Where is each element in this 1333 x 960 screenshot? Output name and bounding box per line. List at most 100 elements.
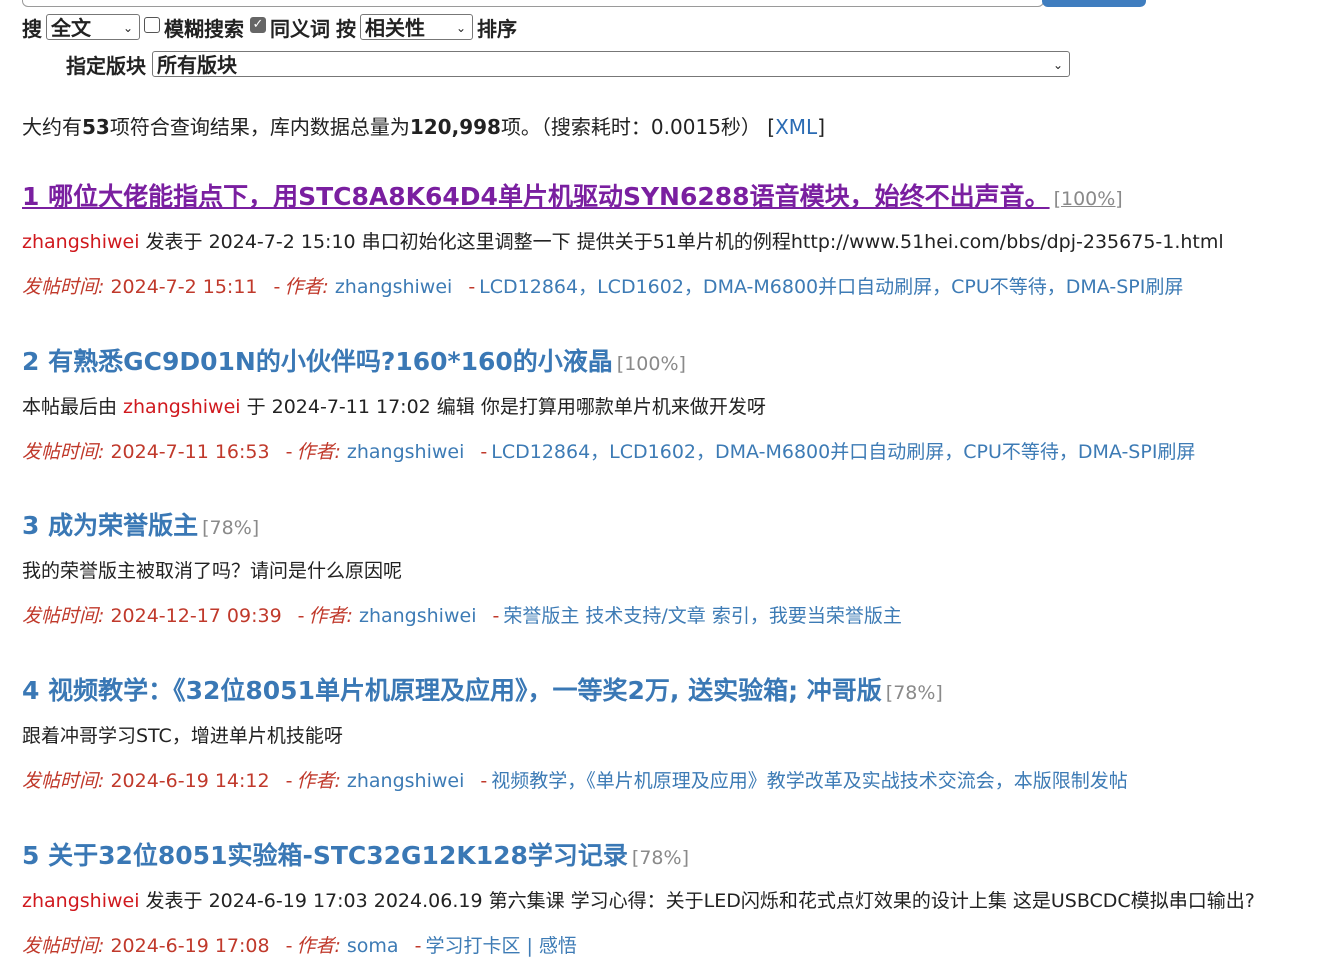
result-title-link[interactable]: 4 视频教学：《32位8051单片机原理及应用》，一等奖2万, 送实验箱; 冲哥… <box>22 676 882 705</box>
author-link[interactable]: soma <box>347 935 399 957</box>
separator: - <box>480 441 488 463</box>
sort-select[interactable]: 相关性 ⌄ <box>360 14 473 40</box>
result-score: [100%] <box>616 353 686 375</box>
xml-bracket-close: ] <box>817 115 826 139</box>
snippet-text: 发表于 2024-7-2 15:10 串口初始化这里调整一下 提供关于51单片机… <box>139 231 1224 253</box>
result-score: [78%] <box>202 517 260 539</box>
separator: - <box>285 770 293 792</box>
result-title: 1 哪位大佬能指点下，用STC8A8K64D4单片机驱动SYN6288语音模块，… <box>22 181 1333 215</box>
forum-label: 指定版块 <box>66 53 146 78</box>
result-item: 1 哪位大佬能指点下，用STC8A8K64D4单片机驱动SYN6288语音模块，… <box>22 181 1333 298</box>
post-time: 2024-12-17 09:39 <box>110 605 282 627</box>
forum-link[interactable]: 视频教学，《单片机原理及应用》教学改革及实战技术交流会，本版限制发帖 <box>491 770 1128 792</box>
summary-mid: 项符合查询结果，库内数据总量为 <box>109 115 410 139</box>
xml-bracket-open: [ <box>767 115 776 139</box>
result-title-link[interactable]: 1 哪位大佬能指点下，用STC8A8K64D4单片机驱动SYN6288语音模块，… <box>22 182 1050 211</box>
snippet-prefix: 跟着冲哥学习STC，增进单片机技能呀 <box>22 725 343 747</box>
sort-select-value: 相关性 <box>365 16 425 40</box>
search-button[interactable] <box>1042 0 1146 7</box>
result-score: [78%] <box>885 682 943 704</box>
result-snippet: 我的荣誉版主被取消了吗？请问是什么原因呢 <box>22 556 402 583</box>
fuzzy-checkbox[interactable] <box>144 17 160 33</box>
result-title-link[interactable]: 3 成为荣誉版主 <box>22 511 198 540</box>
snippet-author: zhangshiwei <box>123 396 241 418</box>
result-snippet: zhangshiwei 发表于 2024-6-19 17:03 2024.06.… <box>22 886 1255 913</box>
scope-select[interactable]: 全文 ⌄ <box>46 14 140 40</box>
synonym-checkbox[interactable]: ✓ <box>250 17 266 33</box>
separator: - <box>273 276 281 298</box>
forum-select-value: 所有版块 <box>157 53 237 77</box>
author-link[interactable]: zhangshiwei <box>347 770 465 792</box>
result-title: 5 关于32位8051实验箱-STC32G12K128学习记录 [78%] <box>22 840 1333 874</box>
post-time: 2024-7-2 15:11 <box>110 276 258 298</box>
summary-prefix: 大约有 <box>22 115 82 139</box>
search-label: 搜 <box>22 16 42 41</box>
snippet-text: 发表于 2024-6-19 17:03 2024.06.19 第六集课 学习心得… <box>139 890 1255 912</box>
forum-link[interactable]: 荣誉版主 技术支持/文章 索引，我要当荣誉版主 <box>503 605 901 627</box>
result-title: 4 视频教学：《32位8051单片机原理及应用》，一等奖2万, 送实验箱; 冲哥… <box>22 675 1333 709</box>
result-meta: 发帖时间: 2024-7-11 16:53- 作者: zhangshiwei - LC… <box>22 437 1195 464</box>
separator: - <box>480 770 488 792</box>
post-time: 2024-7-11 16:53 <box>110 441 270 463</box>
sort-suffix-label: 排序 <box>477 16 517 41</box>
result-title-link[interactable]: 5 关于32位8051实验箱-STC32G12K128学习记录 <box>22 841 628 870</box>
author-label: 作者: <box>296 770 341 792</box>
result-title-link[interactable]: 2 有熟悉GC9D01N的小伙伴吗?160*160的小液晶 <box>22 347 613 376</box>
snippet-prefix: 本帖最后由 <box>22 396 124 418</box>
forum-select[interactable]: 所有版块 ⌄ <box>152 51 1070 77</box>
separator: - <box>468 276 476 298</box>
separator: - <box>414 935 422 957</box>
forum-link[interactable]: LCD12864，LCD1602，DMA-M6800并口自动刷屏，CPU不等待，… <box>479 276 1183 298</box>
post-time: 2024-6-19 17:08 <box>110 935 270 957</box>
snippet-text: 于 2024-7-11 17:02 编辑 你是打算用哪款单片机来做开发呀 <box>240 396 766 418</box>
result-meta: 发帖时间: 2024-6-19 17:08- 作者: soma - 学习打卡区 | 感… <box>22 931 577 958</box>
result-item: 3 成为荣誉版主 [78%] 我的荣誉版主被取消了吗？请问是什么原因呢 发帖时间:… <box>22 510 1333 627</box>
result-summary: 大约有53项符合查询结果，库内数据总量为120,998项。（搜索耗时：0.001… <box>22 111 825 140</box>
snippet-author: zhangshiwei <box>22 231 140 253</box>
author-link[interactable]: zhangshiwei <box>335 276 453 298</box>
time-label: 发帖时间: <box>22 276 105 298</box>
time-label: 发帖时间: <box>22 935 105 957</box>
result-meta: 发帖时间: 2024-7-2 15:11- 作者: zhangshiwei - LCD… <box>22 272 1183 299</box>
forum-link[interactable]: 学习打卡区 | 感悟 <box>425 935 576 957</box>
xml-link[interactable]: XML <box>775 115 817 139</box>
forum-link[interactable]: LCD12864，LCD1602，DMA-M6800并口自动刷屏，CPU不等待，… <box>491 441 1195 463</box>
result-item: 2 有熟悉GC9D01N的小伙伴吗?160*160的小液晶 [100%] 本帖最后… <box>22 346 1333 463</box>
result-meta: 发帖时间: 2024-12-17 09:39- 作者: zhangshiwei - 荣… <box>22 601 902 628</box>
sort-by-label: 按 <box>336 16 356 41</box>
time-label: 发帖时间: <box>22 605 105 627</box>
search-input[interactable] <box>22 0 1044 7</box>
summary-suffix: 项。（搜索耗时：0.0015秒） <box>500 115 761 139</box>
result-item: 4 视频教学：《32位8051单片机原理及应用》，一等奖2万, 送实验箱; 冲哥… <box>22 675 1333 792</box>
result-meta: 发帖时间: 2024-6-19 14:12- 作者: zhangshiwei - 视频… <box>22 766 1128 793</box>
chevron-down-icon: ⌄ <box>122 21 133 35</box>
author-label: 作者: <box>296 441 341 463</box>
forum-filter: 指定版块 所有版块 ⌄ <box>66 50 1074 78</box>
search-options: 搜 全文 ⌄ 模糊搜索 ✓ 同义词 按 相关性 ⌄ 排序 <box>22 13 517 41</box>
author-label: 作者: <box>308 605 353 627</box>
result-count: 53 <box>82 115 110 139</box>
separator: - <box>297 605 305 627</box>
author-link[interactable]: zhangshiwei <box>359 605 477 627</box>
fuzzy-label: 模糊搜索 <box>164 16 244 41</box>
snippet-prefix: 我的荣誉版主被取消了吗？请问是什么原因呢 <box>22 560 403 582</box>
result-snippet: 跟着冲哥学习STC，增进单片机技能呀 <box>22 721 343 748</box>
total-count: 120,998 <box>409 115 501 139</box>
author-link[interactable]: zhangshiwei <box>347 441 465 463</box>
result-item: 5 关于32位8051实验箱-STC32G12K128学习记录 [78%] zha… <box>22 840 1333 957</box>
synonym-label: 同义词 <box>270 16 330 41</box>
author-label: 作者: <box>296 935 341 957</box>
result-score: [78%] <box>631 847 689 869</box>
result-snippet: 本帖最后由 zhangshiwei 于 2024-7-11 17:02 编辑 你… <box>22 392 766 419</box>
result-score: [100%] <box>1053 188 1123 210</box>
chevron-down-icon: ⌄ <box>455 21 466 35</box>
chevron-down-icon: ⌄ <box>1052 58 1063 72</box>
separator: - <box>285 441 293 463</box>
time-label: 发帖时间: <box>22 770 105 792</box>
scope-select-value: 全文 <box>51 16 91 40</box>
result-snippet: zhangshiwei 发表于 2024-7-2 15:10 串口初始化这里调整… <box>22 227 1224 254</box>
search-bar <box>0 0 1333 10</box>
result-title: 3 成为荣誉版主 [78%] <box>22 510 1333 544</box>
separator: - <box>492 605 500 627</box>
time-label: 发帖时间: <box>22 441 105 463</box>
